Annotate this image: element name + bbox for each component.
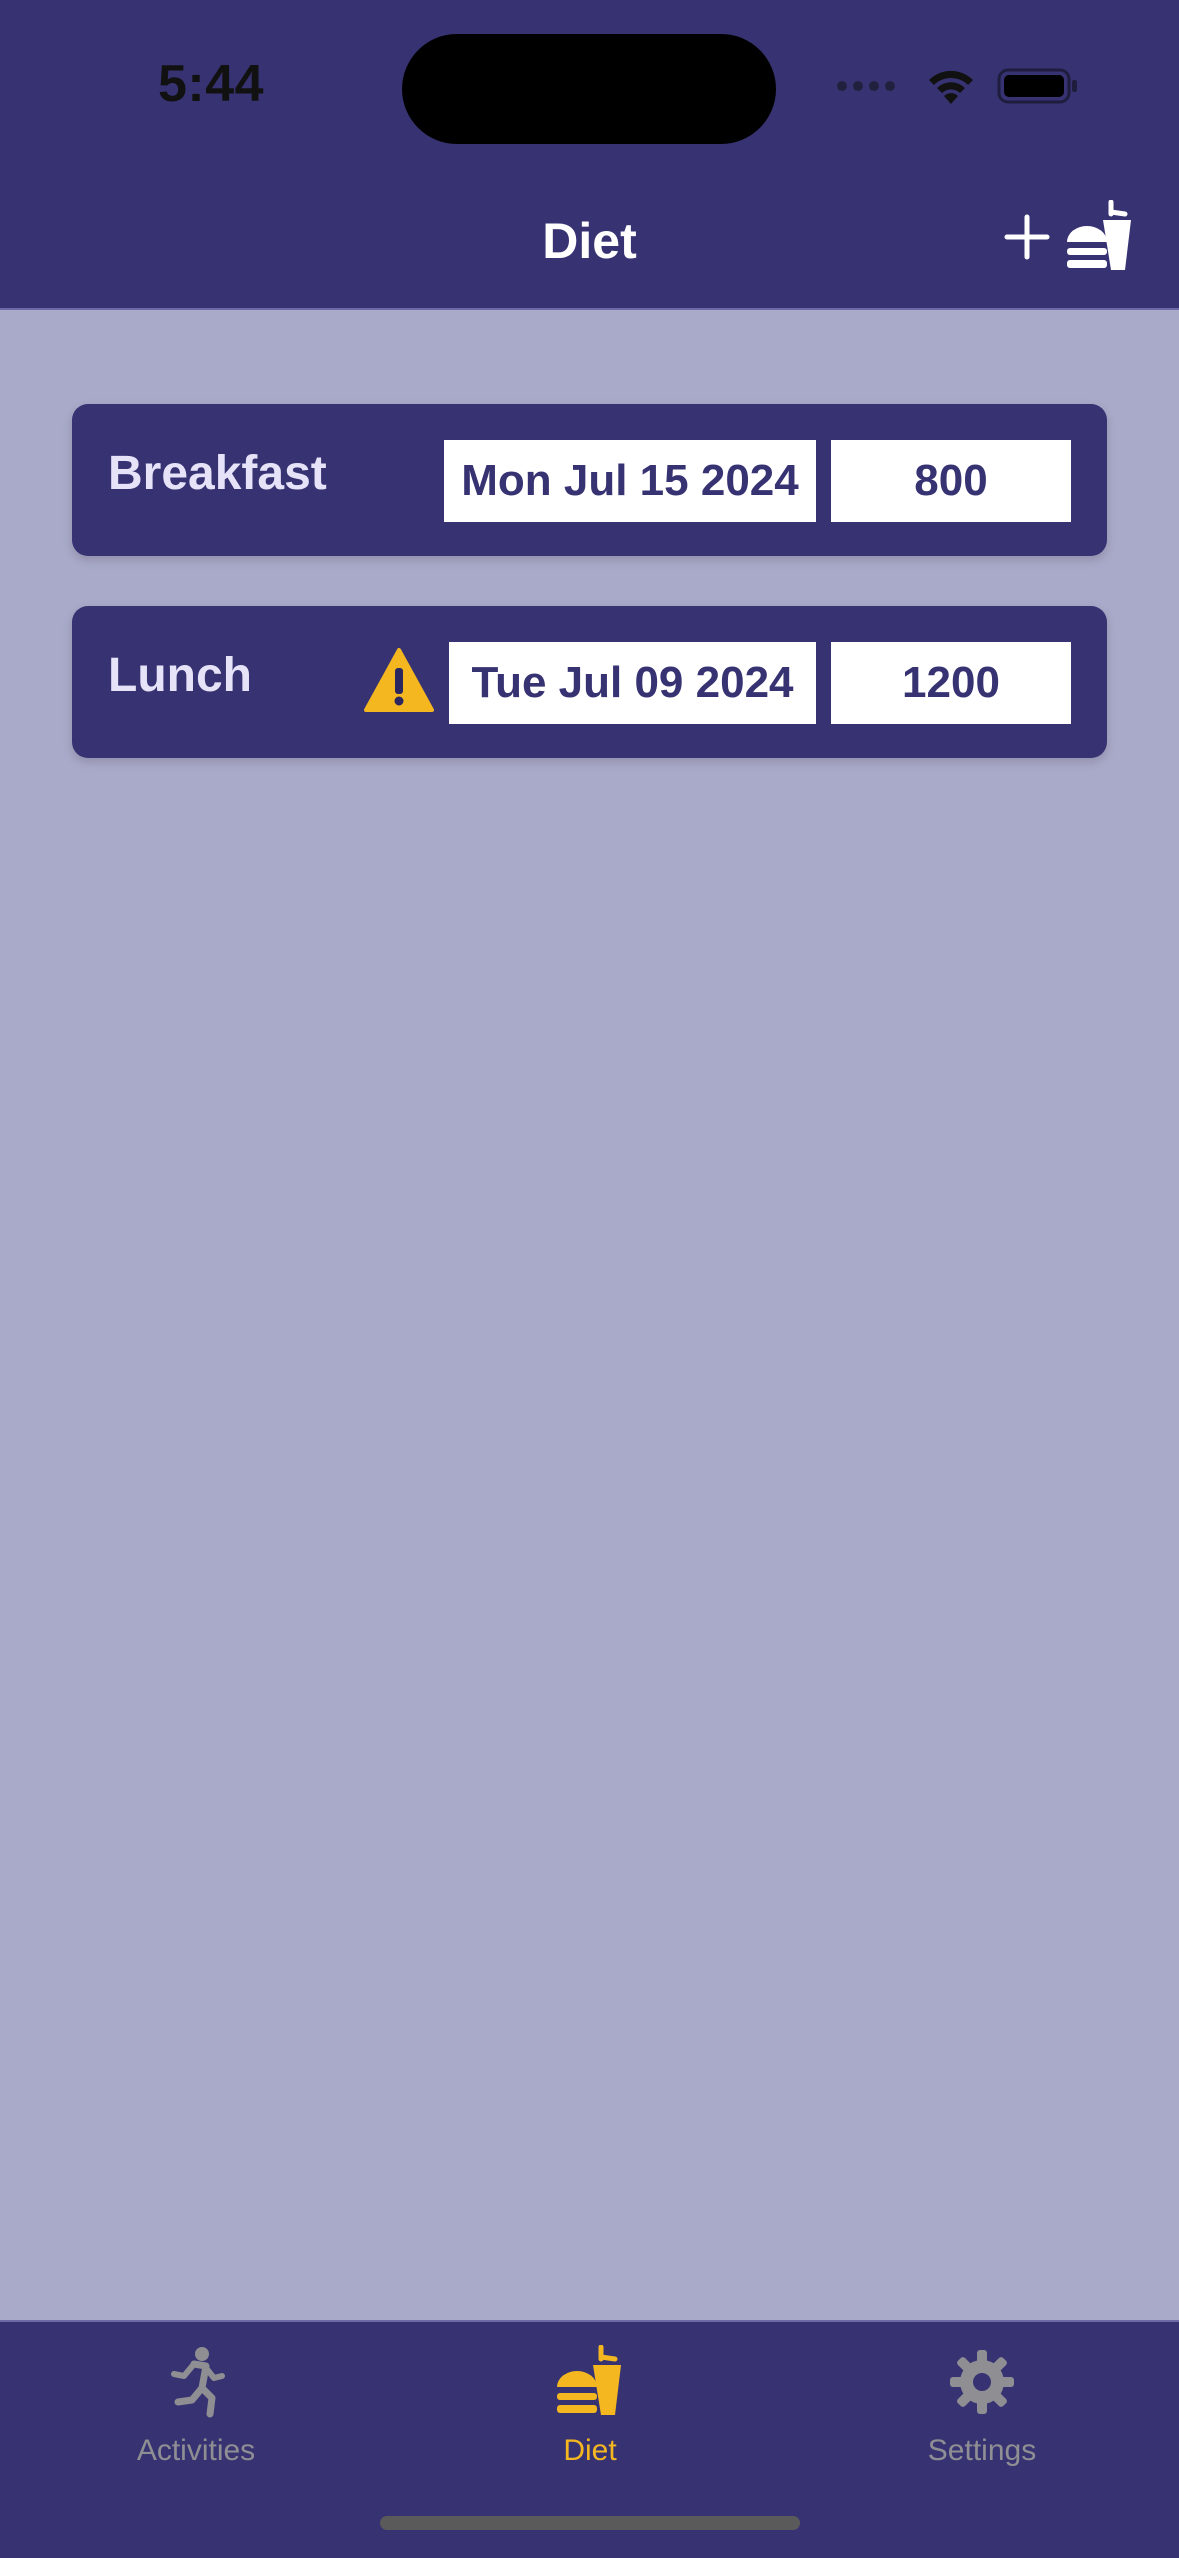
calories-field: 800 (831, 440, 1071, 522)
tab-diet[interactable]: Diet (440, 2342, 740, 2468)
burger-drink-icon (1067, 200, 1131, 270)
wifi-icon (929, 70, 973, 104)
tab-label: Activities (136, 2434, 256, 2467)
date-field: Tue Jul 09 2024 (449, 642, 816, 724)
tab-activities[interactable]: Activities (46, 2342, 346, 2468)
top-bar: 5:44 Diet (0, 0, 1179, 310)
diet-entry-lunch[interactable]: Lunch Tue Jul 09 2024 1200 (72, 606, 1107, 758)
status-icons (837, 66, 1079, 106)
tab-label: Settings (927, 2434, 1037, 2467)
running-person-icon (171, 2347, 225, 2418)
date-field: Mon Jul 15 2024 (444, 440, 816, 522)
status-time: 5:44 (158, 55, 265, 113)
tab-label: Diet (563, 2434, 617, 2467)
meal-name: Lunch (108, 649, 252, 702)
battery-icon (997, 68, 1077, 104)
meal-name: Breakfast (108, 447, 327, 500)
dynamic-island (402, 34, 776, 144)
plus-icon (1004, 214, 1050, 260)
warning-icon (364, 648, 434, 712)
burger-drink-icon (557, 2345, 621, 2415)
tab-settings[interactable]: Settings (832, 2342, 1132, 2468)
cellular-signal-icon (837, 81, 895, 91)
add-diet-button[interactable] (1003, 200, 1135, 274)
gear-icon (950, 2350, 1014, 2414)
diet-entry-breakfast[interactable]: Breakfast Mon Jul 15 2024 800 (72, 404, 1107, 556)
home-indicator (380, 2516, 800, 2530)
calories-field: 1200 (831, 642, 1071, 724)
